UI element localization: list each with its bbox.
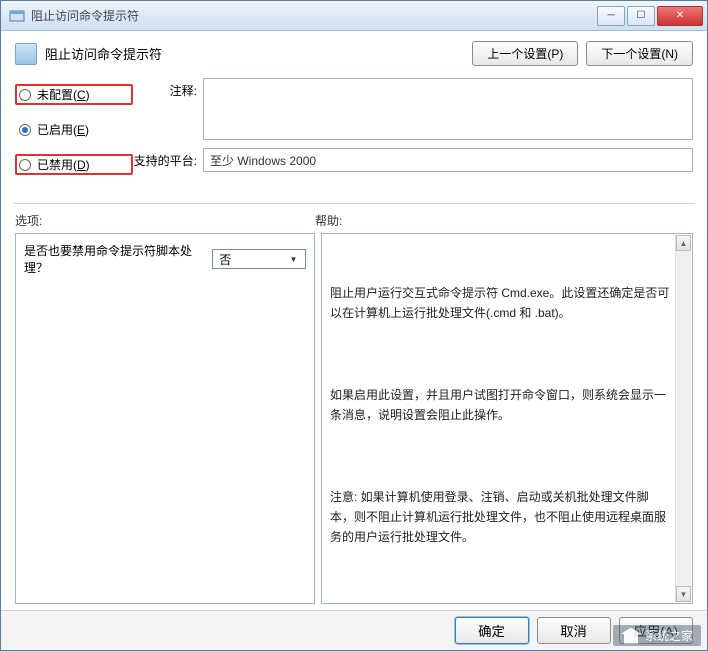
page-title: 阻止访问命令提示符	[45, 44, 472, 63]
minimize-button[interactable]: ─	[597, 6, 625, 26]
platform-row: 支持的平台: 至少 Windows 2000	[133, 148, 693, 172]
watermark: 系统之家	[613, 625, 701, 646]
close-button[interactable]: ✕	[657, 6, 703, 26]
scroll-up-icon[interactable]: ▲	[676, 235, 691, 251]
panels: 是否也要禁用命令提示符脚本处理？ 否 ▼ 阻止用户运行交互式命令提示符 Cmd.…	[15, 233, 693, 604]
help-paragraph: 注意: 如果计算机使用登录、注销、启动或关机批处理文件脚本，则不阻止计算机运行批…	[330, 487, 670, 548]
house-icon	[621, 628, 641, 644]
fields-column: 注释: 支持的平台: 至少 Windows 2000	[133, 78, 693, 189]
nav-buttons: 上一个设置(P) 下一个设置(N)	[472, 41, 693, 66]
radio-label: 已启用(E)	[37, 121, 89, 138]
help-paragraph: 如果启用此设置，并且用户试图打开命令窗口，则系统会显示一条消息，说明设置会阻止此…	[330, 385, 670, 426]
comment-row: 注释:	[133, 78, 693, 140]
footer: 确定 取消 应用(A) 系统之家	[1, 610, 707, 650]
maximize-button[interactable]: ☐	[627, 6, 655, 26]
platform-value: 至少 Windows 2000	[203, 148, 693, 172]
platform-label: 支持的平台:	[133, 148, 203, 172]
radio-label: 未配置(C)	[37, 86, 90, 103]
script-processing-select[interactable]: 否 ▼	[212, 249, 306, 269]
radio-group: 未配置(C) 已启用(E) 已禁用(D)	[15, 78, 133, 189]
ok-button[interactable]: 确定	[455, 617, 529, 644]
radio-enabled[interactable]: 已启用(E)	[15, 119, 133, 140]
help-panel: 阻止用户运行交互式命令提示符 Cmd.exe。此设置还确定是否可以在计算机上运行…	[321, 233, 693, 604]
radio-icon	[19, 89, 31, 101]
dialog-window: 阻止访问命令提示符 ─ ☐ ✕ 阻止访问命令提示符 上一个设置(P) 下一个设置…	[0, 0, 708, 651]
scrollbar[interactable]: ▲ ▼	[675, 235, 691, 602]
comment-input[interactable]	[203, 78, 693, 140]
help-text: 阻止用户运行交互式命令提示符 Cmd.exe。此设置还确定是否可以在计算机上运行…	[330, 242, 684, 589]
section-labels: 选项: 帮助:	[15, 212, 693, 229]
cancel-button[interactable]: 取消	[537, 617, 611, 644]
scroll-down-icon[interactable]: ▼	[676, 586, 691, 602]
radio-label: 已禁用(D)	[37, 156, 90, 173]
option-row: 是否也要禁用命令提示符脚本处理？ 否 ▼	[24, 242, 306, 276]
divider	[13, 203, 695, 204]
select-value: 否	[219, 251, 231, 268]
titlebar-title: 阻止访问命令提示符	[31, 7, 595, 24]
titlebar[interactable]: 阻止访问命令提示符 ─ ☐ ✕	[1, 1, 707, 31]
config-section: 未配置(C) 已启用(E) 已禁用(D) 注释: 支持的平台:	[15, 78, 693, 189]
options-panel: 是否也要禁用命令提示符脚本处理？ 否 ▼	[15, 233, 315, 604]
radio-icon	[19, 124, 31, 136]
next-setting-button[interactable]: 下一个设置(N)	[586, 41, 693, 66]
comment-label: 注释:	[133, 78, 203, 140]
watermark-text: 系统之家	[645, 627, 693, 644]
content-area: 阻止访问命令提示符 上一个设置(P) 下一个设置(N) 未配置(C) 已启用(E…	[1, 31, 707, 610]
prev-setting-button[interactable]: 上一个设置(P)	[472, 41, 578, 66]
header-row: 阻止访问命令提示符 上一个设置(P) 下一个设置(N)	[15, 41, 693, 66]
option-question: 是否也要禁用命令提示符脚本处理？	[24, 242, 202, 276]
radio-not-configured[interactable]: 未配置(C)	[15, 84, 133, 105]
chevron-down-icon: ▼	[286, 252, 301, 267]
help-section-label: 帮助:	[315, 212, 342, 229]
policy-icon	[15, 43, 37, 65]
radio-disabled[interactable]: 已禁用(D)	[15, 154, 133, 175]
help-paragraph: 阻止用户运行交互式命令提示符 Cmd.exe。此设置还确定是否可以在计算机上运行…	[330, 283, 670, 324]
window-controls: ─ ☐ ✕	[595, 6, 703, 26]
app-icon	[9, 8, 25, 24]
radio-icon	[19, 159, 31, 171]
options-section-label: 选项:	[15, 212, 315, 229]
